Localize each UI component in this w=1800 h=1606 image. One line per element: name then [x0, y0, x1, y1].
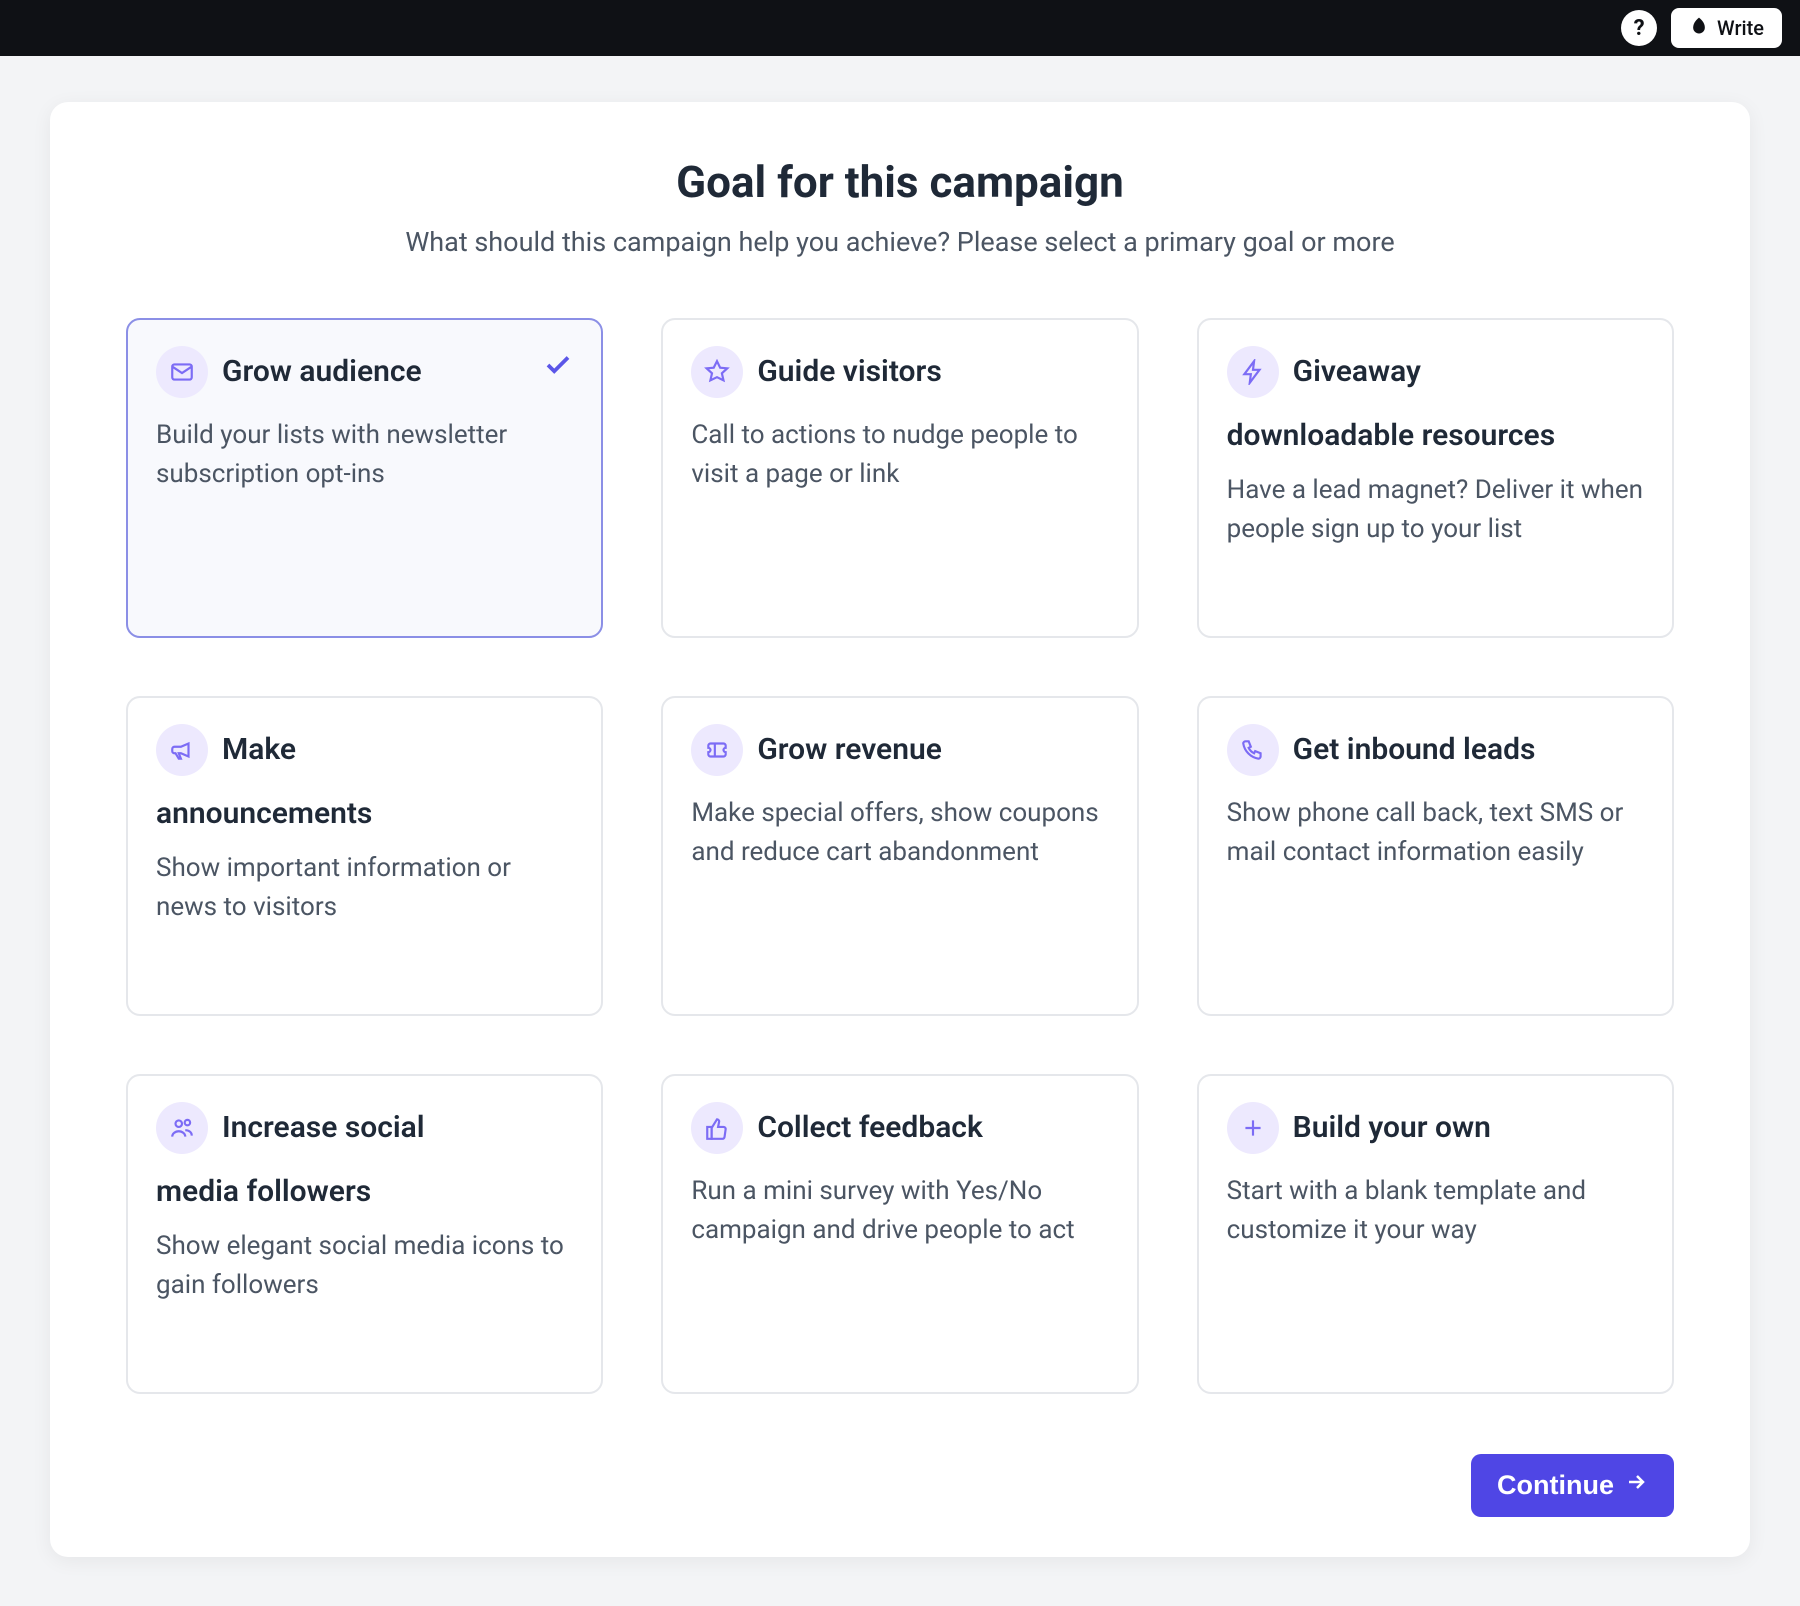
topbar: ? Write	[0, 0, 1800, 56]
goal-head: Make	[156, 724, 573, 776]
goal-grid: Grow audience Build your lists with newsl…	[126, 318, 1674, 1394]
goal-head: Build your own	[1227, 1102, 1644, 1154]
goal-card[interactable]: Get inbound leads Show phone call back, t…	[1197, 696, 1674, 1016]
goal-description: Start with a blank template and customiz…	[1227, 1172, 1644, 1250]
goal-title: Get inbound leads	[1293, 730, 1536, 771]
goal-card[interactable]: Build your own Start with a blank templat…	[1197, 1074, 1674, 1394]
goal-title: Build your own	[1293, 1108, 1491, 1149]
write-button[interactable]: Write	[1671, 8, 1782, 48]
help-button[interactable]: ?	[1621, 10, 1657, 46]
goal-card[interactable]: Grow audience Build your lists with newsl…	[126, 318, 603, 638]
goal-head: Get inbound leads	[1227, 724, 1644, 776]
arrow-right-icon	[1624, 1470, 1648, 1501]
continue-button[interactable]: Continue	[1471, 1454, 1674, 1517]
goal-card[interactable]: Make announcements Show important informat…	[126, 696, 603, 1016]
star-icon	[691, 346, 743, 398]
goal-title: Giveaway	[1293, 352, 1421, 393]
help-icon: ?	[1634, 16, 1645, 41]
plus-icon	[1227, 1102, 1279, 1154]
goal-head: Grow revenue	[691, 724, 1108, 776]
goal-head: Giveaway	[1227, 346, 1644, 398]
goal-description: Build your lists with newsletter subscri…	[156, 416, 573, 494]
mail-icon	[156, 346, 208, 398]
goal-description: Show important information or news to vi…	[156, 849, 573, 927]
goal-card[interactable]: Grow revenue Make special offers, show co…	[661, 696, 1138, 1016]
goal-subtitle: announcements	[156, 794, 573, 835]
goal-description: Run a mini survey with Yes/No campaign a…	[691, 1172, 1108, 1250]
campaign-goal-card: Goal for this campaign What should this …	[50, 102, 1750, 1557]
goal-card[interactable]: Increase social media followers Show elega…	[126, 1074, 603, 1394]
goal-title: Make	[222, 730, 296, 771]
goal-description: Call to actions to nudge people to visit…	[691, 416, 1108, 494]
goal-head: Increase social	[156, 1102, 573, 1154]
check-icon	[543, 350, 573, 384]
thumbs-up-icon	[691, 1102, 743, 1154]
write-button-label: Write	[1717, 16, 1764, 40]
page-subtitle: What should this campaign help you achie…	[126, 226, 1674, 258]
phone-icon	[1227, 724, 1279, 776]
goal-head: Grow audience	[156, 346, 573, 398]
continue-button-label: Continue	[1497, 1470, 1614, 1501]
page-title: Goal for this campaign	[126, 156, 1674, 208]
goal-description: Show phone call back, text SMS or mail c…	[1227, 794, 1644, 872]
goal-card[interactable]: Giveaway downloadable resources Have a lea…	[1197, 318, 1674, 638]
page: Goal for this campaign What should this …	[0, 56, 1800, 1557]
goal-head: Collect feedback	[691, 1102, 1108, 1154]
goal-title: Guide visitors	[757, 352, 941, 393]
goal-card[interactable]: Collect feedback Run a mini survey with Y…	[661, 1074, 1138, 1394]
goal-description: Have a lead magnet? Deliver it when peop…	[1227, 471, 1644, 549]
footer-actions: Continue	[126, 1454, 1674, 1517]
goal-description: Make special offers, show coupons and re…	[691, 794, 1108, 872]
goal-title: Grow revenue	[757, 730, 942, 771]
bolt-icon	[1227, 346, 1279, 398]
goal-description: Show elegant social media icons to gain …	[156, 1227, 573, 1305]
goal-title: Collect feedback	[757, 1108, 982, 1149]
goal-subtitle: media followers	[156, 1172, 573, 1213]
goal-subtitle: downloadable resources	[1227, 416, 1644, 457]
ticket-icon	[691, 724, 743, 776]
leaf-icon	[1689, 16, 1709, 41]
goal-title: Grow audience	[222, 352, 422, 393]
megaphone-icon	[156, 724, 208, 776]
goal-card[interactable]: Guide visitors Call to actions to nudge p…	[661, 318, 1138, 638]
goal-title: Increase social	[222, 1108, 425, 1149]
users-icon	[156, 1102, 208, 1154]
goal-head: Guide visitors	[691, 346, 1108, 398]
